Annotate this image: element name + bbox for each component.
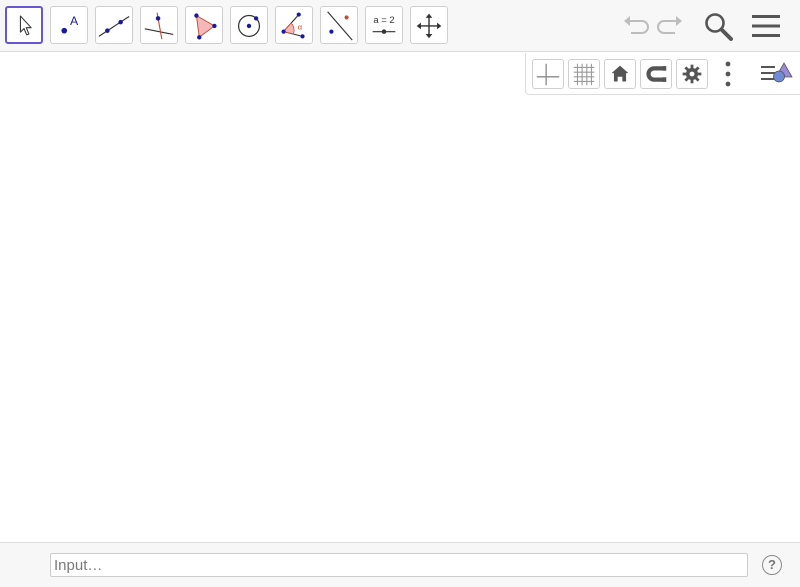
- circle-tool-button[interactable]: [230, 6, 268, 44]
- circle-center-point-icon: [237, 14, 261, 37]
- axes-icon: [536, 63, 560, 86]
- line-through-two-points-icon: [98, 15, 130, 37]
- line-tool-button[interactable]: [95, 6, 133, 44]
- slider-icon: a = 2: [372, 15, 396, 34]
- graphics-settings-button[interactable]: [676, 59, 708, 89]
- toggle-grid-button[interactable]: [568, 59, 600, 89]
- algebra-input-field[interactable]: [50, 553, 748, 577]
- polygon-tool-button[interactable]: [185, 6, 223, 44]
- reflect-about-line-icon: [327, 11, 353, 41]
- more-vertical-icon[interactable]: [718, 59, 738, 89]
- point-icon: A: [61, 14, 79, 34]
- move-tool-button[interactable]: [5, 6, 43, 44]
- slider-tool-button[interactable]: a = 2: [365, 6, 403, 44]
- slider-tool-label: a = 2: [373, 15, 394, 26]
- redo-icon[interactable]: [656, 13, 686, 39]
- style-bar-toggle-icon[interactable]: [760, 61, 794, 89]
- polygon-icon: [194, 13, 217, 40]
- home-icon: [611, 65, 629, 82]
- input-bar: ?: [0, 542, 800, 587]
- cursor-arrow-icon: [19, 15, 32, 36]
- point-tool-label: A: [70, 14, 79, 28]
- angle-tool-button[interactable]: α: [275, 6, 313, 44]
- menu-icon[interactable]: [751, 13, 781, 39]
- graphics-style-bar: [525, 53, 800, 95]
- perpendicular-line-tool-button[interactable]: [140, 6, 178, 44]
- angle-tool-label: α: [298, 23, 303, 32]
- point-tool-button[interactable]: A: [50, 6, 88, 44]
- undo-icon[interactable]: [620, 13, 650, 39]
- move-graphics-tool-button[interactable]: [410, 6, 448, 44]
- magnet-icon: [646, 66, 667, 82]
- standard-view-button[interactable]: [604, 59, 636, 89]
- search-icon[interactable]: [703, 11, 735, 43]
- toolbar: A α a = 2: [0, 0, 800, 52]
- point-capturing-button[interactable]: [640, 59, 672, 89]
- move-graphics-view-icon: [416, 13, 442, 39]
- input-help-button[interactable]: ?: [762, 555, 782, 575]
- perpendicular-line-icon: [144, 12, 174, 40]
- reflect-tool-button[interactable]: [320, 6, 358, 44]
- graphics-view-canvas[interactable]: [0, 53, 800, 542]
- grid-icon: [573, 63, 595, 86]
- angle-icon: α: [281, 12, 305, 39]
- toggle-axes-button[interactable]: [532, 59, 564, 89]
- gear-icon: [682, 64, 702, 84]
